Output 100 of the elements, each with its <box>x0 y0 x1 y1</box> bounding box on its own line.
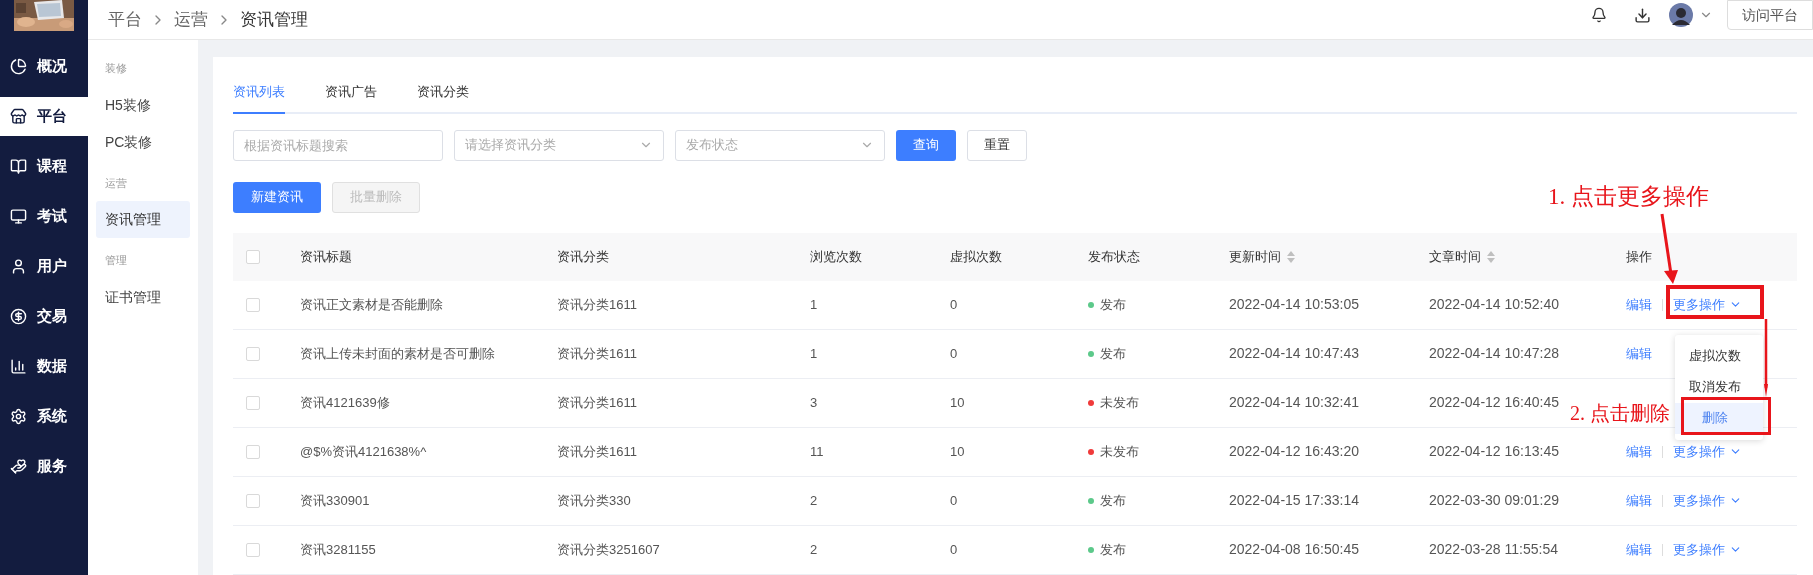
group-heading: 管理 <box>104 253 128 268</box>
table-cell-text: 3 <box>810 393 818 412</box>
table-cell-text: 1 <box>810 344 818 363</box>
table-cell-text: 资讯3281155 <box>300 540 376 559</box>
table-cell-text: 2022-03-30 09:01:29 <box>1429 491 1559 510</box>
query-button[interactable]: 查询 <box>896 129 956 161</box>
menu-item[interactable]: 取消发布 <box>1675 371 1763 403</box>
table-cell-text: 2022-04-12 16:13:45 <box>1429 442 1559 461</box>
table-cell-text: 资讯4121639修 <box>300 393 390 412</box>
column-header: 虚拟次数 <box>950 247 1002 266</box>
sub-sidebar-item[interactable]: 证书管理 <box>96 278 190 316</box>
sidebar-item[interactable]: 服务 <box>0 447 88 486</box>
table-cell-text: 资讯分类1611 <box>557 344 637 363</box>
sidebar-item[interactable]: 考试 <box>0 197 88 236</box>
table-cell-text: 资讯分类330 <box>557 491 631 510</box>
table-cell-text: 2022-04-15 17:33:14 <box>1229 491 1359 510</box>
checkbox[interactable] <box>246 346 260 361</box>
sidebar-item[interactable]: 交易 <box>0 297 88 336</box>
table-cell-text: 0 <box>950 491 958 510</box>
status-text: 未发布 <box>1100 393 1139 412</box>
monitor-icon <box>10 208 27 225</box>
status-text: 发布 <box>1100 491 1126 510</box>
table-cell-text: 2022-04-14 10:52:40 <box>1429 295 1559 314</box>
more-actions-link[interactable]: 更多操作 <box>1673 539 1742 560</box>
tab[interactable]: 资讯广告 <box>325 82 377 114</box>
tab[interactable]: 资讯列表 <box>233 82 285 114</box>
tab[interactable]: 资讯分类 <box>417 82 469 114</box>
sidebar-item[interactable]: 课程 <box>0 147 88 186</box>
sidebar-item[interactable]: 用户 <box>0 247 88 286</box>
sidebar-item[interactable]: 系统 <box>0 397 88 436</box>
table-cell-text: 2022-04-12 16:43:20 <box>1229 442 1359 461</box>
avatar[interactable] <box>1669 3 1693 27</box>
sidebar-item[interactable]: 数据 <box>0 347 88 386</box>
more-actions-link[interactable]: 更多操作 <box>1673 490 1742 511</box>
table-cell-text: 2022-04-14 10:47:43 <box>1229 344 1359 363</box>
arrow <box>1660 213 1678 284</box>
breadcrumb-item[interactable]: 平台 <box>108 6 142 33</box>
sub-sidebar-item[interactable]: H5装修 <box>96 86 190 124</box>
menu-item[interactable]: 虚拟次数 <box>1675 340 1763 372</box>
checkbox[interactable] <box>246 395 260 410</box>
user-icon <box>10 258 27 275</box>
breadcrumb-item: 资讯管理 <box>240 8 308 31</box>
table-cell-text: 2 <box>810 540 818 559</box>
breadcrumb-item[interactable]: 运营 <box>174 6 208 33</box>
download-icon[interactable] <box>1634 6 1651 24</box>
table-cell-text: 0 <box>950 344 958 363</box>
table-cell-text: 2022-03-28 11:55:54 <box>1429 540 1558 559</box>
column-header: 资讯分类 <box>557 247 609 266</box>
search-field[interactable]: 根据资讯标题搜索 <box>233 129 443 161</box>
edit-link[interactable]: 编辑 <box>1626 441 1652 462</box>
table-cell-text: 2022-04-14 10:53:05 <box>1229 295 1359 314</box>
table-cell-text: 资讯分类1611 <box>557 393 637 412</box>
sort-icon[interactable] <box>1487 250 1495 263</box>
table-cell-text: 2022-04-12 16:40:45 <box>1429 393 1559 412</box>
bar-chart-icon <box>10 358 27 375</box>
annotation-text: 2. 点击删除 <box>1570 401 1670 426</box>
gear-icon <box>10 408 27 425</box>
column-header: 资讯标题 <box>300 247 352 266</box>
sidebar-item[interactable]: 概况 <box>0 47 88 86</box>
table-cell-text: 11 <box>810 442 824 461</box>
checkbox[interactable] <box>246 444 260 459</box>
table-cell-text: 2022-04-08 16:50:45 <box>1229 540 1359 559</box>
coin-icon <box>10 308 27 325</box>
edit-link[interactable]: 编辑 <box>1626 343 1652 364</box>
column-header: 发布状态 <box>1088 247 1140 266</box>
sub-sidebar-item[interactable]: PC装修 <box>96 123 190 161</box>
hand-icon <box>10 458 27 475</box>
visit-platform-button[interactable]: 访问平台 <box>1727 0 1813 30</box>
table-cell-text: 2022-04-14 10:47:28 <box>1429 344 1559 363</box>
sort-icon[interactable] <box>1287 250 1295 263</box>
group-heading: 运营 <box>104 175 128 191</box>
create-button[interactable]: 新建资讯 <box>233 181 321 213</box>
checkbox[interactable] <box>246 542 260 557</box>
annotation-text: 1. 点击更多操作 <box>1548 183 1709 211</box>
table-cell-text: 10 <box>950 442 965 461</box>
edit-link[interactable]: 编辑 <box>1626 539 1652 560</box>
store-icon <box>10 108 27 125</box>
checkbox[interactable] <box>246 297 260 312</box>
table-cell-text: 资讯上传未封面的素材是否可删除 <box>300 344 495 363</box>
more-actions-link[interactable]: 更多操作 <box>1673 441 1742 462</box>
checkbox[interactable] <box>246 493 260 508</box>
bell-icon[interactable] <box>1591 7 1607 23</box>
column-header: 浏览次数 <box>810 247 862 266</box>
table-cell-text: 资讯分类1611 <box>557 295 637 314</box>
table-cell-text: 10 <box>950 393 965 412</box>
table-cell-text: 2 <box>810 491 818 510</box>
checkbox[interactable] <box>246 249 260 264</box>
edit-link[interactable]: 编辑 <box>1626 490 1652 511</box>
status-text: 发布 <box>1100 344 1126 363</box>
column-header: 文章时间 <box>1429 247 1481 266</box>
reset-button[interactable]: 重置 <box>967 129 1027 161</box>
more-actions-link[interactable]: 更多操作 <box>1673 294 1742 315</box>
table-cell-text: 2022-04-14 10:32:41 <box>1229 393 1359 412</box>
table-cell-text: 0 <box>950 540 958 559</box>
table-cell-text: 1 <box>810 295 818 314</box>
edit-link[interactable]: 编辑 <box>1626 294 1652 315</box>
sub-sidebar-item[interactable]: 资讯管理 <box>96 201 190 238</box>
table-cell-text: 资讯分类1611 <box>557 442 637 461</box>
column-header: 操作 <box>1626 247 1652 266</box>
sidebar-item[interactable]: 平台 <box>0 97 88 136</box>
